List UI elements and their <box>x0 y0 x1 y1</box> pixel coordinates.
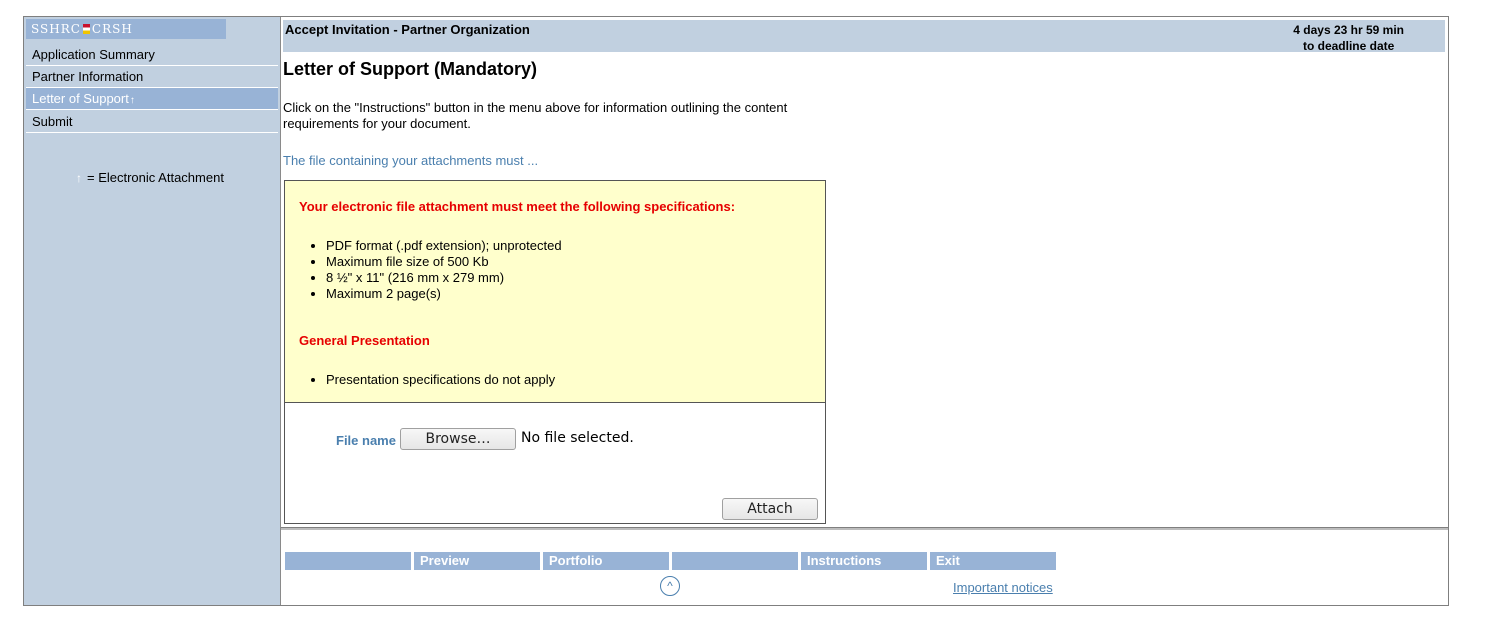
main-content: Accept Invitation - Partner Organization… <box>281 17 1448 605</box>
logo-sshrc: SSHRC <box>31 22 81 36</box>
deadline-time: 4 days 23 hr 59 min <box>1293 23 1404 37</box>
menu-exit[interactable]: Exit <box>930 552 1056 570</box>
sidebar: SSHRC CRSH Application Summary Partner In… <box>24 17 281 605</box>
electronic-attachment-icon: ↑ <box>76 171 82 185</box>
logo-crsh: CRSH <box>91 22 133 36</box>
menu-blank-2 <box>672 552 798 570</box>
file-requirements-link[interactable]: The file containing your attachments mus… <box>283 153 538 168</box>
sshrc-logo: SSHRC CRSH <box>26 19 226 39</box>
upload-box: File name Browse… No file selected. Atta… <box>284 402 826 524</box>
page-header-title: Accept Invitation - Partner Organization <box>285 22 530 37</box>
divider <box>281 527 1448 531</box>
sidebar-item-label: Partner Information <box>32 69 144 84</box>
attachment-legend: ↑ = Electronic Attachment <box>76 170 224 185</box>
sidebar-item-label: Application Summary <box>32 47 155 62</box>
file-status-text: No file selected. <box>521 430 634 446</box>
menu-instructions[interactable]: Instructions <box>801 552 927 570</box>
sidebar-item-label: Letter of Support <box>32 91 129 106</box>
deadline-countdown: 4 days 23 hr 59 min to deadline date <box>1293 22 1404 54</box>
back-to-top-icon[interactable]: ^ <box>660 576 680 596</box>
canada-flag-icon <box>82 24 90 34</box>
sidebar-item-label: Submit <box>32 114 73 129</box>
spec-item: PDF format (.pdf extension); unprotected <box>326 238 562 254</box>
sidebar-item-letter-of-support[interactable]: Letter of Support↑ <box>26 88 278 110</box>
electronic-attachment-icon: ↑ <box>129 95 135 106</box>
specifications-box: Your electronic file attachment must mee… <box>284 180 826 403</box>
general-item: Presentation specifications do not apply <box>326 372 555 388</box>
spec-list: PDF format (.pdf extension); unprotected… <box>299 238 562 302</box>
spec-item: 8 ½" x 11" (216 mm x 279 mm) <box>326 270 562 286</box>
browse-button[interactable]: Browse… <box>400 428 516 450</box>
attach-button[interactable]: Attach <box>722 498 818 520</box>
spec-item: Maximum 2 page(s) <box>326 286 562 302</box>
file-name-label: File name <box>336 433 396 448</box>
menu-portfolio[interactable]: Portfolio <box>543 552 669 570</box>
sidebar-item-application-summary[interactable]: Application Summary <box>26 44 278 66</box>
deadline-caption: to deadline date <box>1302 39 1395 53</box>
menu-preview[interactable]: Preview <box>414 552 540 570</box>
page-title: Letter of Support (Mandatory) <box>283 59 537 79</box>
sidebar-item-partner-information[interactable]: Partner Information <box>26 66 278 88</box>
legend-text: = Electronic Attachment <box>87 170 224 185</box>
general-presentation-heading: General Presentation <box>299 333 430 348</box>
important-notices-link[interactable]: Important notices <box>953 580 1053 595</box>
application-frame: SSHRC CRSH Application Summary Partner In… <box>23 16 1449 606</box>
header-bar: Accept Invitation - Partner Organization… <box>283 20 1445 54</box>
instructions-text: Click on the "Instructions" button in th… <box>283 100 788 131</box>
spec-heading: Your electronic file attachment must mee… <box>299 199 736 214</box>
general-presentation-list: Presentation specifications do not apply <box>299 372 555 388</box>
menu-blank-1 <box>285 552 411 570</box>
spec-item: Maximum file size of 500 Kb <box>326 254 562 270</box>
sidebar-item-submit[interactable]: Submit <box>26 111 278 133</box>
